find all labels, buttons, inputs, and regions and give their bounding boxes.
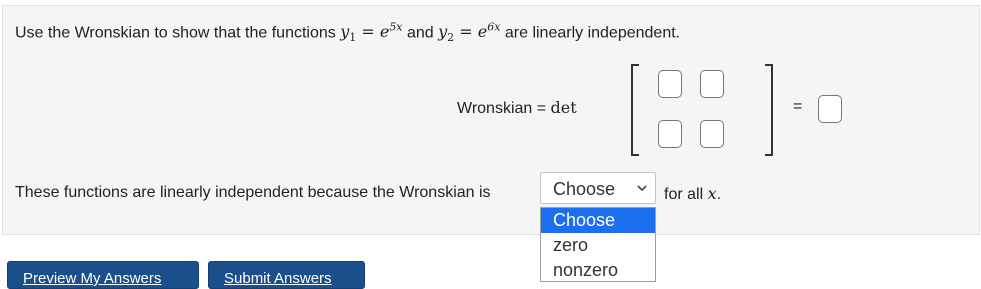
option-zero[interactable]: zero [541, 233, 655, 258]
select-value: Choose [553, 179, 616, 199]
conclusion-text: These functions are linearly independent… [15, 184, 491, 201]
matrix-left-bracket [631, 64, 639, 156]
conclusion-suffix: for all x. [664, 184, 722, 203]
equals-sign: = [793, 98, 803, 115]
x-variable: x [707, 184, 717, 203]
and-text: and [406, 24, 434, 42]
matrix-cell-r1c2[interactable] [700, 70, 724, 98]
matrix-right-bracket [765, 64, 773, 156]
y1-expression: y1 = e5x [340, 21, 403, 45]
matrix-cell-r2c1[interactable] [658, 120, 682, 148]
preview-answers-button[interactable]: Preview My Answers [7, 261, 199, 289]
problem-outro: are linearly independent. [504, 24, 681, 42]
matrix-cell-r2c2[interactable] [700, 120, 724, 148]
wronskian-label: Wronskian = det [457, 98, 577, 117]
submit-answers-button[interactable]: Submit Answers [208, 261, 365, 289]
wronskian-choice-select[interactable]: Choose [540, 172, 656, 204]
option-choose[interactable]: Choose [541, 208, 655, 233]
y2-expression: y2 = e6x [438, 21, 501, 45]
select-dropdown-list: Choose zero nonzero [540, 207, 656, 282]
wronskian-matrix [631, 64, 773, 156]
problem-statement: Use the Wronskian to show that the funct… [15, 21, 680, 45]
option-nonzero[interactable]: nonzero [541, 258, 655, 283]
matrix-cell-r1c1[interactable] [658, 70, 682, 98]
det-text: det [550, 98, 577, 117]
chevron-down-icon [637, 185, 647, 192]
problem-panel: Use the Wronskian to show that the funct… [2, 5, 980, 235]
wronskian-result-input[interactable] [818, 95, 842, 123]
problem-intro: Use the Wronskian to show that the funct… [15, 24, 336, 42]
